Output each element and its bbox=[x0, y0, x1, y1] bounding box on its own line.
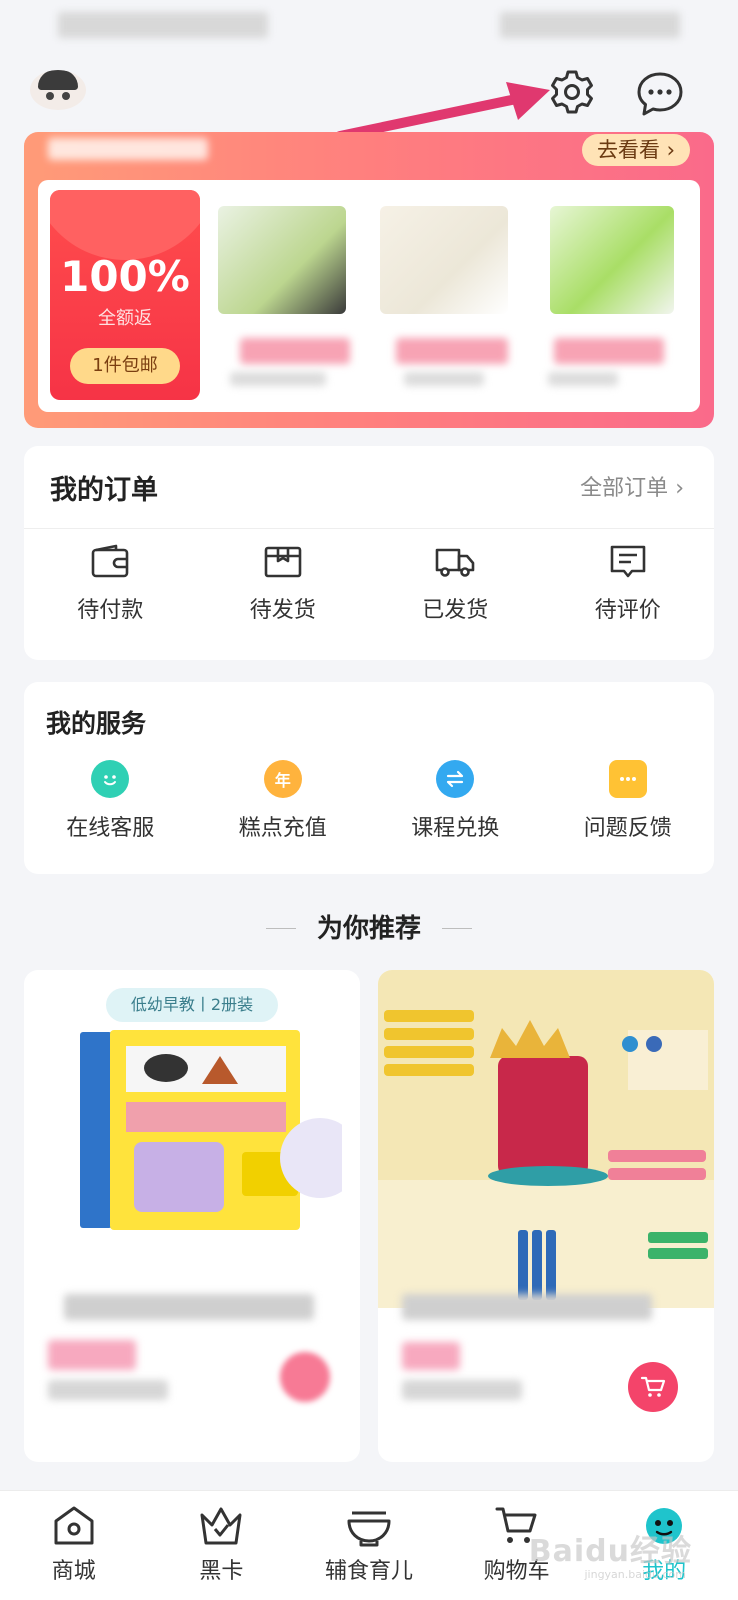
go-look-label: 去看看 bbox=[596, 138, 660, 162]
feedback-dots-icon bbox=[608, 760, 647, 798]
wipes-product-image bbox=[550, 206, 674, 314]
year-coin-icon: 年 bbox=[263, 760, 302, 798]
home-icon bbox=[54, 1506, 94, 1545]
services-title: 我的服务 bbox=[46, 709, 147, 738]
order-to-ship[interactable]: 待发货 bbox=[197, 544, 370, 624]
cart-icon bbox=[640, 1376, 666, 1397]
tab-mall[interactable]: 商城 bbox=[0, 1491, 148, 1600]
divider bbox=[24, 528, 714, 529]
red-envelope[interactable]: 100% 全额返 1件包邮 bbox=[50, 190, 200, 400]
product-card[interactable] bbox=[378, 970, 714, 1462]
free-shipping-badge: 1件包邮 bbox=[70, 348, 180, 384]
wallet-icon bbox=[91, 544, 129, 578]
orders-title: 我的订单 bbox=[50, 475, 158, 506]
watermark: Baidu经验 bbox=[528, 1534, 692, 1569]
order-label: 待发货 bbox=[249, 598, 316, 623]
tab-label: 辅食育儿 bbox=[324, 1559, 413, 1584]
picture-book-icon bbox=[80, 1030, 342, 1230]
product-card[interactable]: 低幼早教丨2册装 bbox=[24, 970, 360, 1462]
orders-card: 我的订单 全部订单 › 待付款 待发货 已发货 待评价 bbox=[24, 446, 714, 660]
order-label: 已发货 bbox=[422, 598, 489, 623]
refund-percent: 100% bbox=[60, 252, 190, 301]
recommend-title: 为你推荐 bbox=[316, 914, 421, 944]
service-label: 糕点充值 bbox=[238, 816, 327, 841]
exchange-arrows-icon bbox=[436, 760, 475, 798]
chat-bubble-icon bbox=[637, 72, 683, 116]
service-course-exchange[interactable]: 课程兑换 bbox=[369, 760, 542, 842]
bowl-icon bbox=[347, 1511, 391, 1547]
service-online-support[interactable]: 在线客服 bbox=[24, 760, 197, 842]
service-recharge[interactable]: 年 糕点充值 bbox=[197, 760, 370, 842]
refund-label: 全额返 bbox=[98, 308, 152, 329]
order-pending-payment[interactable]: 待付款 bbox=[24, 544, 197, 624]
divider bbox=[442, 928, 472, 929]
order-label: 待评价 bbox=[594, 598, 661, 623]
crown-icon bbox=[200, 1507, 242, 1545]
delivery-truck-icon bbox=[435, 548, 475, 577]
chevron-right-icon: › bbox=[675, 476, 684, 501]
product-tag: 低幼早教丨2册装 bbox=[106, 988, 278, 1022]
crayon-set-icon bbox=[378, 970, 714, 1308]
avatar[interactable] bbox=[30, 70, 86, 110]
services-card: 我的服务 在线客服 年 糕点充值 课程兑换 问题反馈 bbox=[24, 682, 714, 874]
service-label: 课程兑换 bbox=[411, 816, 500, 841]
spoon-product-image bbox=[380, 206, 508, 314]
order-label: 待付款 bbox=[77, 598, 144, 623]
message-button[interactable] bbox=[634, 68, 686, 120]
smiley-icon bbox=[91, 760, 130, 798]
order-to-review[interactable]: 待评价 bbox=[542, 544, 715, 624]
service-label: 在线客服 bbox=[66, 816, 155, 841]
all-orders-link[interactable]: 全部订单 › bbox=[580, 470, 684, 502]
watermark-url: jingyan.baidu.com bbox=[584, 1568, 686, 1581]
tab-label: 黑卡 bbox=[199, 1559, 244, 1584]
order-shipped[interactable]: 已发货 bbox=[369, 544, 542, 624]
promo-title-blurred bbox=[48, 138, 208, 160]
add-to-cart-button[interactable] bbox=[280, 1352, 330, 1402]
go-look-button[interactable]: 去看看 › bbox=[582, 134, 690, 166]
status-bar bbox=[0, 0, 738, 48]
add-to-cart-button[interactable] bbox=[628, 1362, 678, 1412]
chevron-right-icon: › bbox=[666, 138, 676, 162]
seaweed-product-image bbox=[218, 206, 346, 314]
service-feedback[interactable]: 问题反馈 bbox=[542, 760, 715, 842]
review-message-icon bbox=[610, 545, 646, 578]
service-label: 问题反馈 bbox=[583, 816, 672, 841]
all-orders-label: 全部订单 bbox=[580, 476, 669, 501]
tab-black-card[interactable]: 黑卡 bbox=[148, 1491, 296, 1600]
tab-label: 商城 bbox=[51, 1559, 96, 1584]
tab-baby-food[interactable]: 辅食育儿 bbox=[295, 1491, 443, 1600]
package-box-icon bbox=[264, 546, 302, 578]
